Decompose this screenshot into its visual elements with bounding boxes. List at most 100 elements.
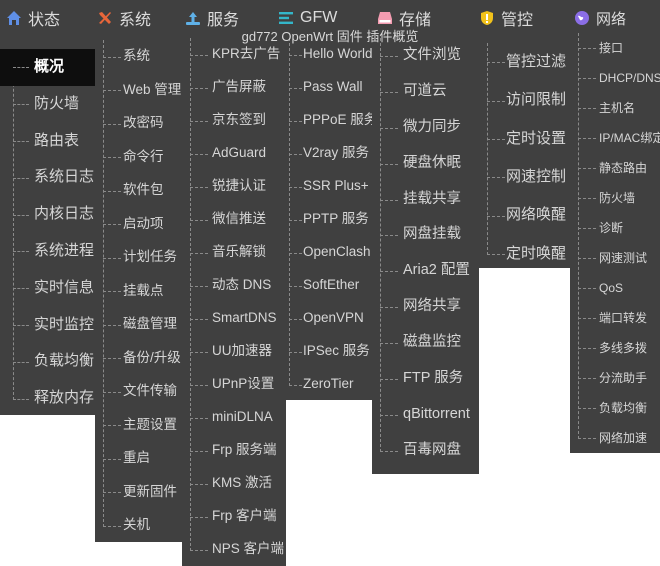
menu-item[interactable]: 网速测试 <box>570 243 660 273</box>
menu-item[interactable]: SSR Plus+ <box>286 170 372 203</box>
menu-item[interactable]: 文件传输 <box>95 375 182 409</box>
menu-item[interactable]: AdGuard <box>182 137 286 170</box>
menu-item[interactable]: 网络共享 <box>372 289 479 325</box>
menu-header-label: 服务 <box>207 12 240 29</box>
menu-item[interactable]: 实时信息 <box>0 270 95 307</box>
menu-item[interactable]: 负载均衡 <box>570 393 660 423</box>
menu-header-system[interactable]: 系统 <box>97 4 151 32</box>
menu-item[interactable]: NPS 客户端 <box>182 533 286 566</box>
menu-item[interactable]: 系统日志 <box>0 159 95 196</box>
menu-item[interactable]: 概况 <box>0 49 95 86</box>
menu-item[interactable]: IP/MAC绑定 <box>570 123 660 153</box>
menu-item[interactable]: 网盘挂载 <box>372 217 479 253</box>
menu-item[interactable]: SoftEther <box>286 269 372 302</box>
menu-item[interactable]: Pass Wall <box>286 71 372 104</box>
menu-item-label: 软件包 <box>123 182 164 198</box>
menu-item[interactable]: DHCP/DNS <box>570 63 660 93</box>
menu-item[interactable]: 可道云 <box>372 74 479 110</box>
menu-item[interactable]: 挂载共享 <box>372 182 479 218</box>
menu-item[interactable]: 更新固件 <box>95 476 182 510</box>
menu-item[interactable]: 防火墙 <box>0 86 95 123</box>
menu-item[interactable]: 磁盘监控 <box>372 325 479 361</box>
menu-item[interactable]: 诊断 <box>570 213 660 243</box>
menu-item[interactable]: 京东签到 <box>182 104 286 137</box>
menu-item[interactable]: 锐捷认证 <box>182 170 286 203</box>
menu-header-network[interactable]: 网络 <box>574 4 626 32</box>
menu-item[interactable]: OpenClash <box>286 236 372 269</box>
tree-branch <box>13 214 29 216</box>
menu-item[interactable]: UU加速器 <box>182 335 286 368</box>
menu-item[interactable]: 命令行 <box>95 141 182 175</box>
menu-item[interactable]: Hello World <box>286 38 373 71</box>
menu-item[interactable]: 文件浏览 <box>372 38 479 74</box>
menu-item[interactable]: 端口转发 <box>570 303 660 333</box>
menu-header-services[interactable]: 服务 <box>185 4 239 32</box>
menu-header-gfw[interactable]: GFW <box>278 4 337 32</box>
menu-item[interactable]: Aria2 配置 <box>372 253 479 289</box>
menu-item[interactable]: V2ray 服务 <box>286 137 372 170</box>
menu-item[interactable]: 防火墙 <box>570 183 660 213</box>
menu-item[interactable]: 硬盘休眠 <box>372 146 479 182</box>
menu-item[interactable]: qBittorrent <box>372 397 479 433</box>
menu-item[interactable]: 网络加速 <box>570 423 660 453</box>
menu-item[interactable]: 实时监控 <box>0 307 95 344</box>
menu-header-control[interactable]: 管控 <box>479 4 533 32</box>
menu-item[interactable]: 主题设置 <box>95 409 182 443</box>
menu-item[interactable]: 百毒网盘 <box>372 433 479 469</box>
menu-item[interactable]: Web 管理 <box>95 74 182 108</box>
menu-item[interactable]: 访问限制 <box>479 81 570 119</box>
menu-item[interactable]: 软件包 <box>95 174 182 208</box>
menu-header-label: 状态 <box>28 12 61 29</box>
menu-item[interactable]: 分流助手 <box>570 363 660 393</box>
menu-item[interactable]: 挂载点 <box>95 275 182 309</box>
menu-item[interactable]: 计划任务 <box>95 241 182 275</box>
menu-item[interactable]: UPnP设置 <box>182 368 286 401</box>
menu-item[interactable]: 系统 <box>95 40 182 74</box>
menu-item[interactable]: 改密码 <box>95 107 182 141</box>
menu-item[interactable]: FTP 服务 <box>372 361 479 397</box>
menu-item[interactable]: 启动项 <box>95 208 182 242</box>
menu-item[interactable]: QoS <box>570 273 660 303</box>
menu-item[interactable]: 主机名 <box>570 93 660 123</box>
menu-item[interactable]: Frp 服务端 <box>182 434 286 467</box>
tree-branch <box>190 285 208 287</box>
menu-item-label: 音乐解锁 <box>212 244 266 260</box>
menu-item[interactable]: IPSec 服务 <box>286 335 372 368</box>
menu-item[interactable]: 负载均衡 <box>0 343 95 380</box>
menu-item[interactable]: PPTP 服务 <box>286 203 372 236</box>
menu-item[interactable]: 磁盘管理 <box>95 308 182 342</box>
menu-item[interactable]: 微信推送 <box>182 203 286 236</box>
menu-item[interactable]: KMS 激活 <box>182 467 286 500</box>
menu-item[interactable]: 接口 <box>570 33 660 63</box>
menu-item[interactable]: OpenVPN <box>286 302 372 335</box>
menu-item[interactable]: 管控过滤 <box>479 43 570 81</box>
menu-item[interactable]: 动态 DNS <box>182 269 286 302</box>
menu-item[interactable]: 静态路由 <box>570 153 660 183</box>
menu-item-label: AdGuard <box>212 145 267 161</box>
menu-item[interactable]: 路由表 <box>0 123 95 160</box>
menu-item[interactable]: 网速控制 <box>479 158 570 196</box>
menu-item[interactable]: Frp 客户端 <box>182 500 286 533</box>
menu-item-label: KPR去广告 <box>212 46 281 62</box>
menu-item[interactable]: 内核日志 <box>0 196 95 233</box>
menu-item[interactable]: KPR去广告 <box>182 38 286 71</box>
menu-item[interactable]: 微力同步 <box>372 110 479 146</box>
menu-item[interactable]: 音乐解锁 <box>182 236 286 269</box>
menu-item[interactable]: PPPoE 服务 <box>286 104 377 137</box>
menu-header-storage[interactable]: 存储 <box>377 4 431 32</box>
tree-branch <box>190 120 208 122</box>
menu-item[interactable]: 释放内存 <box>0 380 95 417</box>
menu-item[interactable]: 关机 <box>95 509 182 543</box>
menu-item[interactable]: 定时唤醒 <box>479 235 570 273</box>
menu-item[interactable]: 系统进程 <box>0 233 95 270</box>
menu-item[interactable]: SmartDNS <box>182 302 286 335</box>
menu-item[interactable]: 多线多拨 <box>570 333 660 363</box>
menu-item[interactable]: 备份/升级 <box>95 342 182 376</box>
menu-header-status[interactable]: 状态 <box>6 4 60 32</box>
menu-item[interactable]: ZeroTier <box>286 368 372 401</box>
menu-item[interactable]: 网络唤醒 <box>479 197 570 235</box>
menu-item[interactable]: 定时设置 <box>479 120 570 158</box>
menu-item[interactable]: 广告屏蔽 <box>182 71 286 104</box>
menu-item[interactable]: miniDLNA <box>182 401 286 434</box>
menu-item[interactable]: 重启 <box>95 442 182 476</box>
